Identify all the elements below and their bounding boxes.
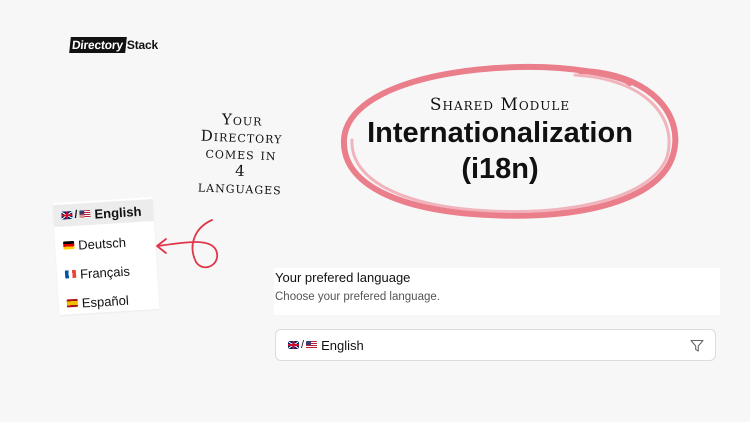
logo-part-stack: Stack	[126, 38, 158, 52]
language-label: Deutsch	[77, 234, 127, 253]
language-option-espanol[interactable]: Español	[66, 289, 129, 315]
title-block: Shared Module Internationalization (i18n…	[330, 55, 685, 225]
hand-drawn-arrow-icon	[156, 219, 219, 269]
flag-pair: /	[61, 208, 91, 222]
language-field-hint: Choose your prefered language.	[275, 291, 440, 303]
uk-flag-icon	[61, 210, 73, 220]
fr-flag-icon	[64, 269, 77, 279]
uk-flag-icon	[288, 341, 299, 349]
language-option-english[interactable]: / English	[52, 199, 154, 228]
de-flag-icon	[63, 240, 75, 250]
us-flag-icon	[79, 209, 91, 219]
handwritten-note: Your Directory comes in 4 languages	[185, 110, 298, 199]
filter-icon[interactable]	[690, 339, 704, 353]
language-label: Français	[79, 263, 131, 282]
title-kicker: Shared Module	[429, 95, 571, 115]
es-flag-icon	[66, 298, 79, 308]
note-line-5: languages	[197, 177, 283, 199]
flag-pair: /	[288, 339, 318, 351]
language-select-value: English	[321, 337, 364, 353]
language-list-card: / English Deutsch Français Español	[52, 197, 160, 315]
flag-separator: /	[74, 208, 78, 221]
language-option-francais[interactable]: Français	[64, 260, 130, 286]
us-flag-icon	[306, 341, 318, 349]
logo-part-directory: Directory	[69, 37, 127, 53]
page: Directory Stack Shared Module Internatio…	[0, 0, 750, 422]
title-line-1: Internationalization	[367, 117, 633, 149]
language-label: Español	[81, 292, 130, 311]
flag-separator: /	[301, 339, 305, 351]
page-title: Internationalization (i18n)	[330, 115, 670, 187]
language-label: English	[93, 203, 142, 222]
language-option-deutsch[interactable]: Deutsch	[63, 231, 127, 257]
title-line-2: (i18n)	[461, 153, 539, 185]
logo: Directory Stack	[69, 36, 158, 54]
language-field-label: Your prefered language	[275, 270, 411, 285]
language-select[interactable]: / English	[275, 329, 716, 361]
